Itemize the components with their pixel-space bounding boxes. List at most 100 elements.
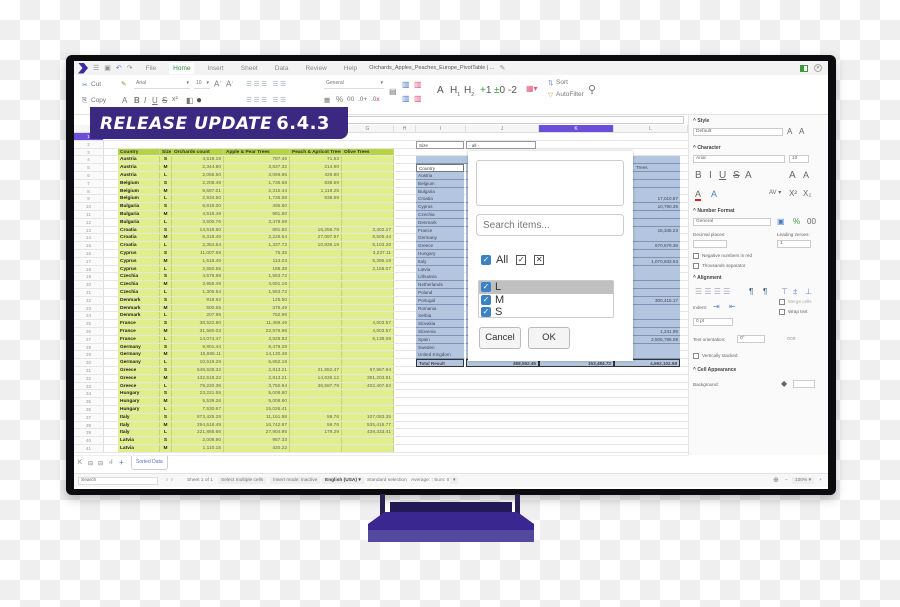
table-cell[interactable]: Germany bbox=[118, 343, 160, 351]
row-number[interactable]: 13 bbox=[74, 226, 104, 234]
table-cell[interactable]: France bbox=[118, 335, 160, 343]
table-cell[interactable]: Croatia bbox=[118, 234, 160, 242]
heading-default-button[interactable]: A bbox=[437, 85, 444, 96]
table-cell[interactable]: 1,306.54 bbox=[172, 289, 224, 296]
zoom-select[interactable]: 100% ▾ bbox=[792, 477, 815, 484]
table-cell[interactable]: Italy bbox=[118, 421, 160, 429]
table-cell[interactable]: Hungary bbox=[118, 406, 160, 413]
table-cell[interactable]: Belgium bbox=[118, 195, 160, 203]
table-cell[interactable] bbox=[290, 250, 342, 257]
table-cell[interactable]: 991.60 bbox=[224, 211, 290, 218]
table-cell[interactable]: 9,901.44 bbox=[172, 343, 224, 351]
table-cell[interactable] bbox=[342, 156, 394, 164]
column-header[interactable]: K bbox=[539, 125, 614, 133]
filter-item[interactable]: ✓ M bbox=[479, 294, 613, 307]
table-cell[interactable] bbox=[342, 211, 394, 218]
wrap-text-checkbox[interactable] bbox=[779, 309, 785, 315]
table-cell[interactable] bbox=[290, 406, 342, 413]
table-cell[interactable] bbox=[342, 351, 394, 359]
table-cell[interactable] bbox=[342, 164, 394, 171]
row-number[interactable]: 4 bbox=[74, 156, 104, 164]
table-cell[interactable]: 2,813.21 bbox=[224, 367, 290, 374]
table-cell[interactable]: 207.95 bbox=[172, 312, 224, 320]
pivot-country-cell[interactable]: Latvia bbox=[416, 265, 464, 274]
table-cell[interactable]: 2,008.90 bbox=[172, 437, 224, 444]
sidebar-shadow-icon[interactable]: A bbox=[745, 170, 752, 181]
row-number[interactable]: 23 bbox=[74, 304, 104, 312]
row-number[interactable]: 8 bbox=[74, 187, 104, 195]
table-cell[interactable]: 3,479.59 bbox=[224, 218, 290, 226]
row-number[interactable]: 9 bbox=[74, 195, 104, 203]
search-prev-next-icon[interactable]: ∧ ∨ bbox=[162, 477, 176, 484]
style-section-title[interactable]: ^ Style bbox=[693, 118, 709, 124]
table-cell[interactable]: M bbox=[160, 187, 172, 195]
underline-icon[interactable]: U bbox=[152, 96, 158, 105]
table-cell[interactable]: 15,698.11 bbox=[172, 351, 224, 359]
row-number[interactable]: 26 bbox=[74, 328, 104, 335]
cancel-button[interactable]: Cancel bbox=[479, 327, 521, 349]
filter-search-input[interactable]: Search items... bbox=[476, 214, 624, 236]
document-title[interactable]: Orchards_Apples_Peaches_Europe_PivotTabl… bbox=[369, 65, 494, 71]
zoom-in-icon[interactable]: + bbox=[816, 477, 825, 484]
status-search-input[interactable]: Search bbox=[78, 477, 158, 485]
pivot-country-cell[interactable]: Croatia bbox=[416, 195, 464, 204]
table-cell[interactable]: 10,839.19 bbox=[290, 242, 342, 249]
character-spacing-icon[interactable]: AV ▾ bbox=[769, 189, 781, 196]
sidebar-font-color-icon[interactable]: A bbox=[695, 189, 702, 201]
thousands-separator-checkbox[interactable] bbox=[693, 263, 699, 269]
column-header[interactable]: L bbox=[614, 125, 688, 133]
table-cell[interactable]: 2,344.80 bbox=[172, 164, 224, 171]
fill-color-icon[interactable]: ◧ bbox=[186, 96, 194, 105]
table-cell[interactable]: 2,158.07 bbox=[342, 265, 394, 273]
table-cell[interactable]: S bbox=[160, 343, 172, 351]
table-cell[interactable]: Hungary bbox=[118, 390, 160, 398]
table-cell[interactable]: M bbox=[160, 211, 172, 218]
sidebar-shrink-font-icon[interactable]: A bbox=[803, 170, 809, 180]
table-cell[interactable]: 3,069.85 bbox=[224, 172, 290, 179]
ok-button[interactable]: OK bbox=[528, 327, 570, 349]
close-icon[interactable]: ✕ bbox=[814, 64, 822, 72]
table-cell[interactable]: Greece bbox=[118, 382, 160, 390]
table-cell[interactable]: S bbox=[160, 203, 172, 210]
cut-icon[interactable]: ✂ bbox=[82, 81, 87, 89]
table-cell[interactable]: 428,333.41 bbox=[342, 429, 394, 437]
table-cell[interactable]: Belgium bbox=[118, 179, 160, 187]
heading-2-button[interactable]: H2 bbox=[464, 85, 474, 98]
table-cell[interactable] bbox=[290, 343, 342, 351]
table-cell[interactable]: 132,518.22 bbox=[172, 374, 224, 382]
table-cell[interactable]: 71.63 bbox=[290, 156, 342, 164]
first-sheet-icon[interactable]: K bbox=[78, 460, 82, 466]
table-cell[interactable]: L bbox=[160, 265, 172, 273]
table-cell[interactable]: S bbox=[160, 296, 172, 304]
superscript-icon[interactable]: x² bbox=[172, 96, 178, 103]
table-cell[interactable]: 3,955.49 bbox=[172, 281, 224, 288]
row-number[interactable]: 22 bbox=[74, 296, 104, 304]
pivot-country-cell[interactable]: Belgium bbox=[416, 179, 464, 188]
table-cell[interactable]: 1,110.15 bbox=[172, 445, 224, 452]
row-number[interactable]: 37 bbox=[74, 413, 104, 421]
column-header[interactable]: G bbox=[342, 125, 394, 133]
pivot-country-cell[interactable]: Czechia bbox=[416, 211, 464, 219]
table-cell[interactable]: 10,519.29 bbox=[172, 359, 224, 366]
table-cell[interactable]: 36,587.79 bbox=[290, 382, 342, 390]
heading-1-button[interactable]: H1 bbox=[450, 85, 460, 98]
table-cell[interactable]: S bbox=[160, 413, 172, 421]
add-sheet-icon[interactable]: + bbox=[119, 458, 124, 467]
pivot-row-field-button[interactable]: Country bbox=[416, 164, 464, 173]
table-cell[interactable]: 27,904.95 bbox=[224, 429, 290, 437]
table-cell[interactable]: Croatia bbox=[118, 242, 160, 249]
table-cell[interactable]: 125.50 bbox=[224, 296, 290, 304]
background-color-picker[interactable] bbox=[793, 380, 815, 388]
table-cell[interactable]: Czechia bbox=[118, 281, 160, 288]
table-cell[interactable]: Bulgaria bbox=[118, 218, 160, 226]
filter-item[interactable]: ✓ L bbox=[479, 281, 613, 294]
table-cell[interactable]: 107,083.35 bbox=[342, 413, 394, 421]
font-name-select[interactable]: Arial bbox=[134, 80, 190, 89]
table-header-cell[interactable]: Apple & Pear Trees bbox=[224, 148, 290, 156]
column-header[interactable]: I bbox=[416, 125, 466, 133]
row-number[interactable]: 30 bbox=[74, 359, 104, 366]
table-cell[interactable]: L bbox=[160, 406, 172, 413]
table-cell[interactable]: M bbox=[160, 304, 172, 312]
table-cell[interactable]: 549,528.32 bbox=[172, 367, 224, 374]
table-cell[interactable] bbox=[342, 218, 394, 226]
